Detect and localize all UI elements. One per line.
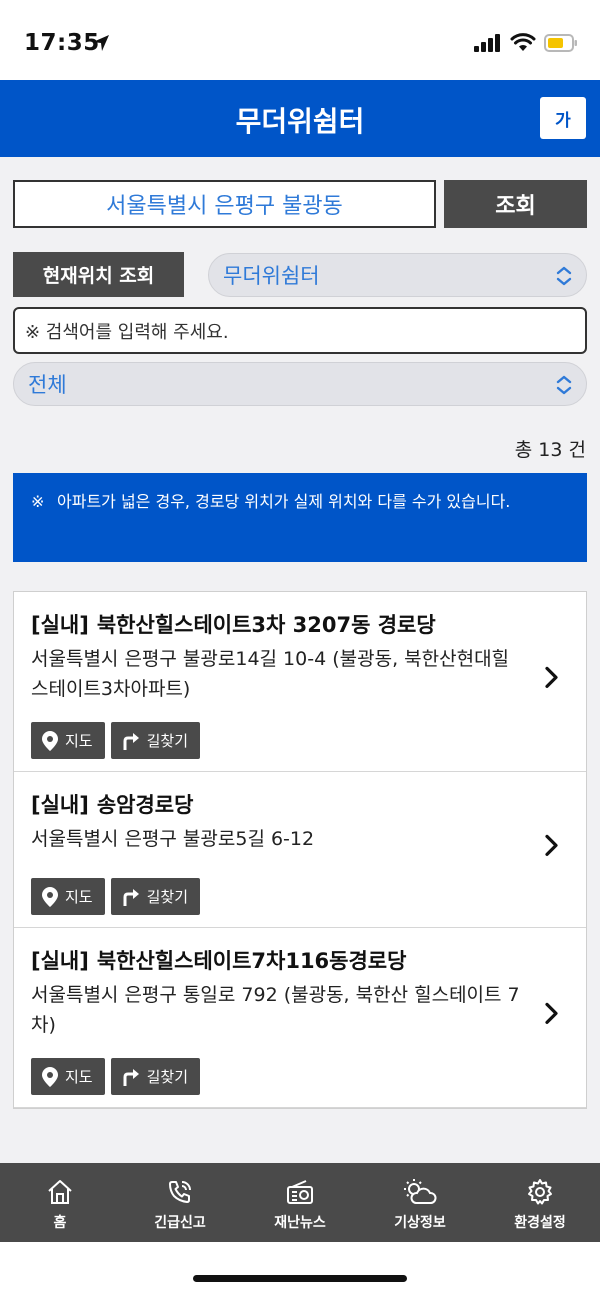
gear-icon bbox=[528, 1179, 552, 1205]
select-chevron-icon bbox=[554, 265, 574, 292]
map-pin-icon bbox=[42, 1066, 58, 1087]
tab-weather-label: 기상정보 bbox=[394, 1215, 446, 1231]
battery-icon bbox=[544, 33, 578, 56]
result-list: [실내] 북한산힐스테이트3차 3207동 경로당 서울특별시 은평구 불광로14… bbox=[13, 591, 587, 1109]
turn-arrow-icon bbox=[123, 1068, 139, 1086]
map-button[interactable]: 지도 bbox=[31, 878, 105, 915]
list-item[interactable]: [실내] 북한산힐스테이트3차 3207동 경로당 서울특별시 은평구 불광로14… bbox=[14, 592, 586, 772]
font-size-button[interactable]: 가 bbox=[540, 97, 586, 139]
status-bar: 17:35 bbox=[0, 0, 600, 80]
tab-settings[interactable]: 환경설정 bbox=[480, 1163, 600, 1242]
phone-call-icon bbox=[169, 1181, 191, 1203]
home-indicator-area bbox=[0, 1242, 600, 1297]
item-tag: [실내] bbox=[31, 613, 89, 637]
tab-home[interactable]: 홈 bbox=[0, 1163, 120, 1242]
item-title: [실내] 북한산힐스테이트7차116동경로당 bbox=[31, 946, 526, 976]
route-button-label: 길찾기 bbox=[146, 1068, 189, 1086]
chevron-right-icon[interactable] bbox=[544, 1002, 560, 1028]
item-title: [실내] 북한산힐스테이트3차 3207동 경로당 bbox=[31, 610, 526, 640]
wifi-icon bbox=[510, 33, 536, 56]
tab-weather[interactable]: 기상정보 bbox=[360, 1163, 480, 1242]
chevron-right-icon[interactable] bbox=[544, 666, 560, 692]
map-button[interactable]: 지도 bbox=[31, 1058, 105, 1095]
category-select[interactable]: 전체 bbox=[13, 362, 587, 406]
status-indicators bbox=[474, 33, 578, 56]
home-icon bbox=[48, 1180, 72, 1204]
total-count: 총 13 건 bbox=[514, 439, 586, 461]
notice-banner: ※ 아파트가 넓은 경우, 경로당 위치가 실제 위치와 다를 수가 있습니다. bbox=[13, 473, 587, 562]
item-address: 서울특별시 은평구 불광로14길 10-4 (불광동, 북한산현대힐스테이트3차… bbox=[31, 648, 510, 700]
keyword-search-input[interactable]: ※ 검색어를 입력해 주세요. bbox=[13, 307, 587, 354]
shelter-type-select[interactable]: 무더위쉼터 bbox=[208, 253, 587, 297]
address-search-input[interactable]: 서울특별시 은평구 불광동 bbox=[13, 180, 436, 228]
location-arrow-icon bbox=[92, 34, 110, 56]
turn-arrow-icon bbox=[123, 888, 139, 906]
category-value: 전체 bbox=[28, 373, 67, 397]
item-tag: [실내] bbox=[31, 949, 89, 973]
map-pin-icon bbox=[42, 886, 58, 907]
map-button-label: 지도 bbox=[65, 888, 93, 906]
tab-emergency[interactable]: 긴급신고 bbox=[120, 1163, 240, 1242]
list-item[interactable]: [실내] 송암경로당 서울특별시 은평구 불광로5길 6-12 지도 길찾기 bbox=[14, 772, 586, 928]
main-content: 서울특별시 은평구 불광동 조회 현재위치 조회 무더위쉼터 ※ 검색어를 입력… bbox=[0, 157, 600, 1163]
status-time: 17:35 bbox=[24, 30, 100, 56]
item-name: 북한산힐스테이트3차 3207동 경로당 bbox=[96, 613, 436, 637]
tab-disaster-news-label: 재난뉴스 bbox=[274, 1215, 326, 1231]
notice-text: 아파트가 넓은 경우, 경로당 위치가 실제 위치와 다를 수가 있습니다. bbox=[57, 492, 511, 511]
notice-mark: ※ bbox=[31, 492, 45, 511]
item-actions: 지도 길찾기 bbox=[31, 1040, 526, 1107]
chevron-right-icon[interactable] bbox=[544, 834, 560, 860]
item-address: 서울특별시 은평구 불광로5길 6-12 bbox=[31, 828, 315, 850]
bottom-tab-bar: 홈 긴급신고 재난뉴스 기상정보 환경설정 bbox=[0, 1163, 600, 1242]
tab-home-label: 홈 bbox=[53, 1215, 67, 1231]
sun-cloud-icon bbox=[404, 1179, 437, 1204]
route-button-label: 길찾기 bbox=[146, 732, 189, 750]
route-button[interactable]: 길찾기 bbox=[110, 722, 201, 759]
route-button-label: 길찾기 bbox=[146, 888, 189, 906]
turn-arrow-icon bbox=[123, 732, 139, 750]
item-title: [실내] 송암경로당 bbox=[31, 790, 526, 820]
page-title: 무더위쉼터 bbox=[235, 105, 365, 138]
map-pin-icon bbox=[42, 730, 58, 751]
current-location-button[interactable]: 현재위치 조회 bbox=[13, 252, 184, 297]
map-button-label: 지도 bbox=[65, 1068, 93, 1086]
shelter-type-value: 무더위쉼터 bbox=[223, 264, 320, 288]
tab-settings-label: 환경설정 bbox=[514, 1215, 566, 1231]
route-button[interactable]: 길찾기 bbox=[110, 878, 201, 915]
item-name: 북한산힐스테이트7차116동경로당 bbox=[96, 949, 407, 973]
radio-icon bbox=[287, 1180, 313, 1204]
tab-emergency-label: 긴급신고 bbox=[154, 1215, 206, 1231]
search-button[interactable]: 조회 bbox=[444, 180, 587, 228]
route-button[interactable]: 길찾기 bbox=[110, 1058, 201, 1095]
item-name: 송암경로당 bbox=[96, 793, 194, 817]
cellular-signal-icon bbox=[474, 33, 502, 56]
map-button-label: 지도 bbox=[65, 732, 93, 750]
home-indicator[interactable] bbox=[193, 1275, 407, 1282]
app-header: 무더위쉼터 가 bbox=[0, 80, 600, 157]
item-tag: [실내] bbox=[31, 793, 89, 817]
item-address: 서울특별시 은평구 통일로 792 (불광동, 북한산 힐스테이트 7차) bbox=[31, 984, 520, 1036]
item-actions: 지도 길찾기 bbox=[31, 704, 526, 771]
map-button[interactable]: 지도 bbox=[31, 722, 105, 759]
list-item[interactable]: [실내] 북한산힐스테이트7차116동경로당 서울특별시 은평구 통일로 792 … bbox=[14, 928, 586, 1108]
tab-disaster-news[interactable]: 재난뉴스 bbox=[240, 1163, 360, 1242]
select-chevron-icon bbox=[554, 374, 574, 401]
item-actions: 지도 길찾기 bbox=[31, 854, 526, 927]
